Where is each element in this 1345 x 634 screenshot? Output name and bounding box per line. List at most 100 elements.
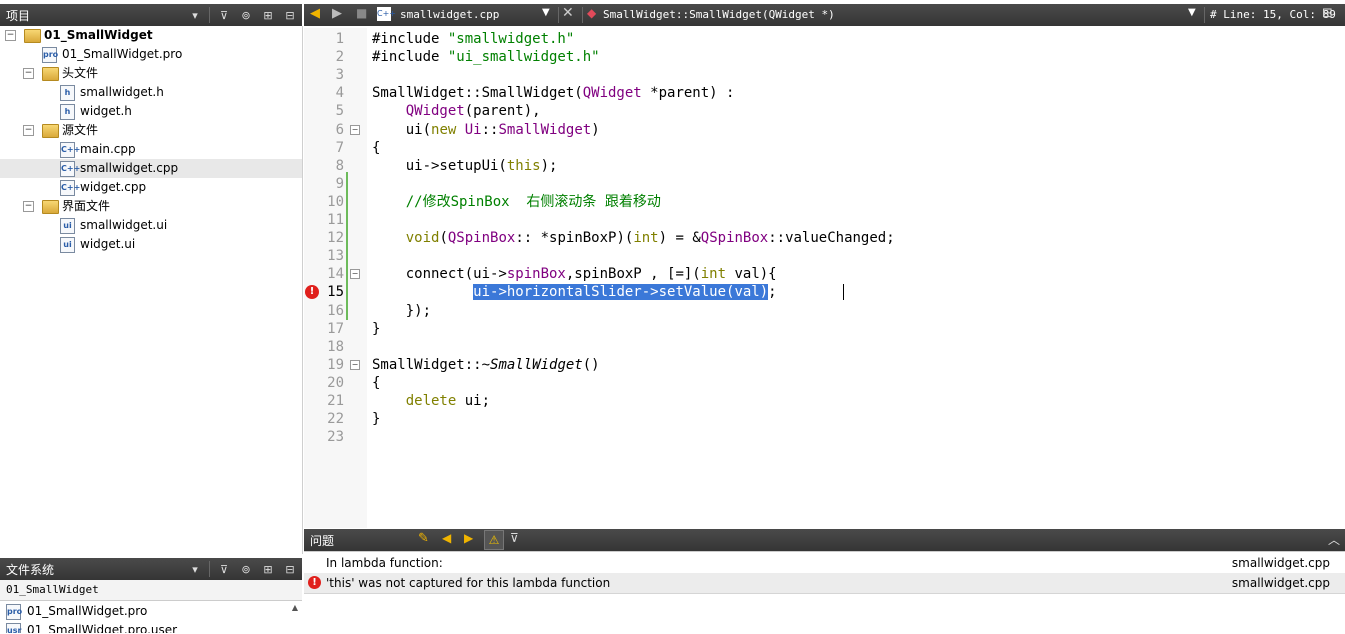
issue-text: In lambda function: <box>326 556 443 570</box>
tree-item-label: 01_SmallWidget <box>44 28 153 42</box>
next-issue-icon[interactable]: ▶ <box>464 531 473 545</box>
code-line[interactable]: #include "ui_smallwidget.h" <box>372 48 600 66</box>
tree-item[interactable]: ui smallwidget.ui <box>0 216 302 235</box>
file-dropdown-icon[interactable]: ▼ <box>542 7 550 18</box>
clean-icon[interactable]: ✎ <box>418 531 429 546</box>
forward-arrow-icon[interactable]: ▶ <box>332 6 342 21</box>
filesystem-path-label: 01_SmallWidget <box>6 583 99 596</box>
tree-item[interactable]: − 01_SmallWidget <box>0 26 302 45</box>
code-line[interactable]: } <box>372 320 380 338</box>
project-icon <box>24 29 41 43</box>
project-panel-header: 项目 ▾ ⊽ ⊚ ⊞ ⊟ <box>0 4 302 26</box>
issue-row[interactable]: In lambda function: smallwidget.cpp <box>304 553 1345 573</box>
code-line[interactable]: SmallWidget::~SmallWidget() <box>372 356 600 374</box>
folder-icon <box>42 67 59 81</box>
code-line[interactable]: QWidget(parent), <box>372 102 541 120</box>
tree-item-label: 界面文件 <box>62 199 111 213</box>
user-file-icon: usr <box>6 623 21 633</box>
code-line[interactable]: } <box>372 410 380 428</box>
code-line[interactable]: SmallWidget::SmallWidget(QWidget *parent… <box>372 84 734 102</box>
tree-item-label: smallwidget.ui <box>80 218 168 232</box>
issues-panel-title: 问题 <box>310 534 335 548</box>
tree-item[interactable]: pro 01_SmallWidget.pro <box>0 45 302 64</box>
tree-item-label: smallwidget.cpp <box>80 161 179 175</box>
issue-row[interactable]: ! 'this' was not captured for this lambd… <box>304 573 1345 594</box>
code-line[interactable]: void(QSpinBox:: *spinBoxP)(int) = &QSpin… <box>372 229 895 247</box>
tree-item[interactable]: − 头文件 <box>0 64 302 83</box>
collapse-icon[interactable]: − <box>23 68 34 79</box>
line-number: 5 <box>335 103 344 120</box>
line-number: 18 <box>327 338 344 355</box>
tree-item-label: main.cpp <box>80 142 136 156</box>
issues-panel-header: 问题 ✎ ◀ ▶ ⚠ ⊽ ︿ <box>304 529 1345 551</box>
tree-item[interactable]: C++ widget.cpp <box>0 178 302 197</box>
back-arrow-icon[interactable]: ◀ <box>310 6 320 21</box>
tree-item[interactable]: C++ main.cpp <box>0 140 302 159</box>
ui-file-icon: ui <box>60 237 75 253</box>
cpp-file-icon: C++ <box>60 142 80 158</box>
fs-dropdown-icon[interactable]: ▾ <box>185 560 205 578</box>
link-icon[interactable]: ⊚ <box>236 6 256 24</box>
collapse-icon[interactable]: − <box>23 125 34 136</box>
editor-file-name[interactable]: smallwidget.cpp <box>400 8 499 21</box>
filesystem-item-label: 01_SmallWidget.pro.user <box>27 623 178 633</box>
warning-filter-icon[interactable]: ⚠ <box>484 530 504 550</box>
ui-file-icon: ui <box>60 218 75 234</box>
editor-toolbar: ◀ ▶ ■ C++ smallwidget.cpp ▼ ✕ ◆ SmallWid… <box>304 4 1345 26</box>
close-file-icon[interactable]: ✕ <box>562 5 574 21</box>
code-line[interactable]: { <box>372 139 380 157</box>
filesystem-path[interactable]: 01_SmallWidget <box>0 580 302 601</box>
code-line[interactable]: ui->setupUi(this); <box>372 157 558 175</box>
filter-icon[interactable]: ⊽ <box>214 6 234 24</box>
code-line[interactable]: { <box>372 374 380 392</box>
close-panel-icon[interactable]: ⊟ <box>280 6 300 24</box>
issues-filter-icon[interactable]: ⊽ <box>510 531 519 545</box>
symbol-selector[interactable]: SmallWidget::SmallWidget(QWidget *) <box>603 8 835 21</box>
tree-item-label: 源文件 <box>62 123 99 137</box>
code-line[interactable]: delete ui; <box>372 392 490 410</box>
fs-filter-icon[interactable]: ⊽ <box>214 560 234 578</box>
fold-icon[interactable]: − <box>350 124 360 135</box>
collapse-icon[interactable]: − <box>23 201 34 212</box>
fs-close-icon[interactable]: ⊟ <box>280 560 300 578</box>
tree-item-label: widget.h <box>80 104 132 118</box>
line-number: 22 <box>327 411 344 428</box>
h-file-icon: h <box>60 104 75 120</box>
code-line[interactable]: connect(ui->spinBox,spinBoxP , [=](int v… <box>372 265 777 283</box>
tree-item[interactable]: − 界面文件 <box>0 197 302 216</box>
fs-split-icon[interactable]: ⊞ <box>258 560 278 578</box>
line-number: 13 <box>327 248 344 265</box>
filesystem-item[interactable]: usr 01_SmallWidget.pro.user <box>6 621 286 633</box>
collapse-icon[interactable]: − <box>5 30 16 41</box>
split-editor-icon[interactable]: ⊟ <box>1322 6 1333 21</box>
prev-issue-icon[interactable]: ◀ <box>442 531 451 545</box>
cursor-position: # Line: 15, Col: 89 <box>1210 8 1336 21</box>
symbol-icon: ◆ <box>587 6 597 20</box>
fs-link-icon[interactable]: ⊚ <box>236 560 256 578</box>
code-line[interactable]: ui(new Ui::SmallWidget) <box>372 121 600 139</box>
issue-text: 'this' was not captured for this lambda … <box>326 576 611 590</box>
collapse-panel-icon[interactable]: ︿ <box>1328 531 1340 548</box>
tree-item[interactable]: − 源文件 <box>0 121 302 140</box>
tree-item[interactable]: C++ smallwidget.cpp <box>0 159 302 178</box>
fold-icon[interactable]: − <box>350 269 360 280</box>
view-dropdown-icon[interactable]: ▾ <box>185 6 205 24</box>
fold-icon[interactable]: − <box>350 359 360 370</box>
line-number: 8 <box>335 157 344 174</box>
tree-item-label: widget.ui <box>80 237 136 251</box>
pro-file-icon: pro <box>6 604 22 620</box>
code-line[interactable]: }); <box>372 302 431 320</box>
split-icon[interactable]: ⊞ <box>258 6 278 24</box>
code-line[interactable]: //修改SpinBox 右侧滚动条 跟着移动 <box>372 193 661 211</box>
issue-file: smallwidget.cpp <box>1231 576 1330 590</box>
code-line[interactable]: ui->horizontalSlider->setValue(val); <box>372 283 777 301</box>
filesystem-scrollbar-up[interactable]: ▲ <box>289 603 301 615</box>
line-number: 16 <box>327 302 344 319</box>
filesystem-item[interactable]: pro 01_SmallWidget.pro <box>6 602 286 621</box>
code-line[interactable]: #include "smallwidget.h" <box>372 30 574 48</box>
symbol-dropdown-icon[interactable]: ▼ <box>1188 7 1196 18</box>
lock-icon: ■ <box>356 6 368 20</box>
tree-item[interactable]: h smallwidget.h <box>0 83 302 102</box>
tree-item[interactable]: ui widget.ui <box>0 235 302 254</box>
tree-item[interactable]: h widget.h <box>0 102 302 121</box>
